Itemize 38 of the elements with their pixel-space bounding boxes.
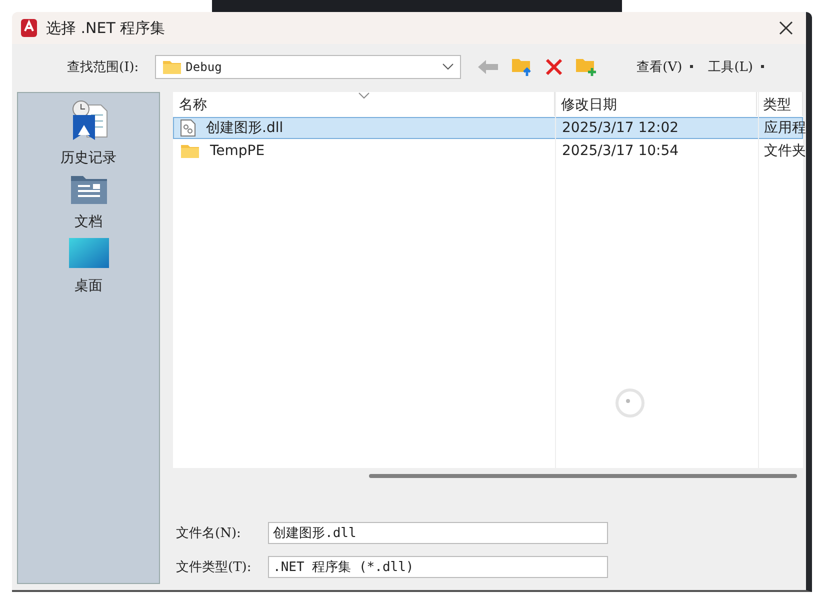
- file-row[interactable]: 创建图形.dll 2025/3/17 12:02 应用程: [173, 117, 803, 139]
- file-row[interactable]: TempPE 2025/3/17 10:54 文件夹: [173, 140, 803, 162]
- documents-folder-icon: [70, 173, 108, 205]
- app-logo-icon: [20, 18, 38, 38]
- column-header[interactable]: 修改日期: [555, 92, 757, 116]
- window-title: 选择 .NET 程序集: [46, 18, 166, 38]
- file-name: TempPE: [209, 143, 265, 159]
- back-arrow-icon[interactable]: [476, 59, 499, 75]
- view-menu[interactable]: 查看(V): [632, 58, 698, 76]
- places-item[interactable]: 文档: [70, 173, 108, 231]
- file-name-field[interactable]: 创建图形.dll: [268, 522, 608, 544]
- modified-date: 2025/3/17 12:02: [561, 120, 680, 136]
- look-in-dropdown[interactable]: Debug: [154, 55, 461, 79]
- chevron-down-icon: [442, 63, 454, 71]
- desktop-icon: [68, 237, 110, 269]
- delete-icon[interactable]: [544, 58, 563, 76]
- file-type-label: 文件类型(T):: [176, 559, 252, 576]
- file-type-dropdown[interactable]: .NET 程序集 (*.dll): [268, 556, 608, 578]
- file-icon: [180, 119, 196, 137]
- sort-caret-icon: [358, 92, 370, 100]
- tools-menu[interactable]: 工具(L): [704, 58, 769, 76]
- places-item[interactable]: 历史记录: [60, 99, 116, 167]
- places-item[interactable]: 桌面: [68, 237, 110, 295]
- folder-icon: [162, 59, 182, 75]
- busy-cursor-icon: [615, 388, 645, 418]
- file-type: 文件夹: [763, 142, 804, 160]
- column-header[interactable]: 类型: [757, 92, 803, 116]
- file-name: 创建图形.dll: [205, 119, 284, 137]
- folder-up-icon[interactable]: [510, 57, 533, 77]
- file-name-label: 文件名(N):: [176, 525, 242, 542]
- modified-date: 2025/3/17 10:54: [561, 143, 680, 159]
- column-header[interactable]: 名称: [173, 92, 555, 116]
- horizontal-scrollbar[interactable]: [369, 474, 797, 478]
- file-type: 应用程: [763, 119, 804, 137]
- new-folder-icon[interactable]: [574, 57, 597, 77]
- look-in-label: 查找范围(I):: [67, 59, 139, 76]
- close-icon: [778, 20, 794, 36]
- folder-icon: [180, 143, 200, 159]
